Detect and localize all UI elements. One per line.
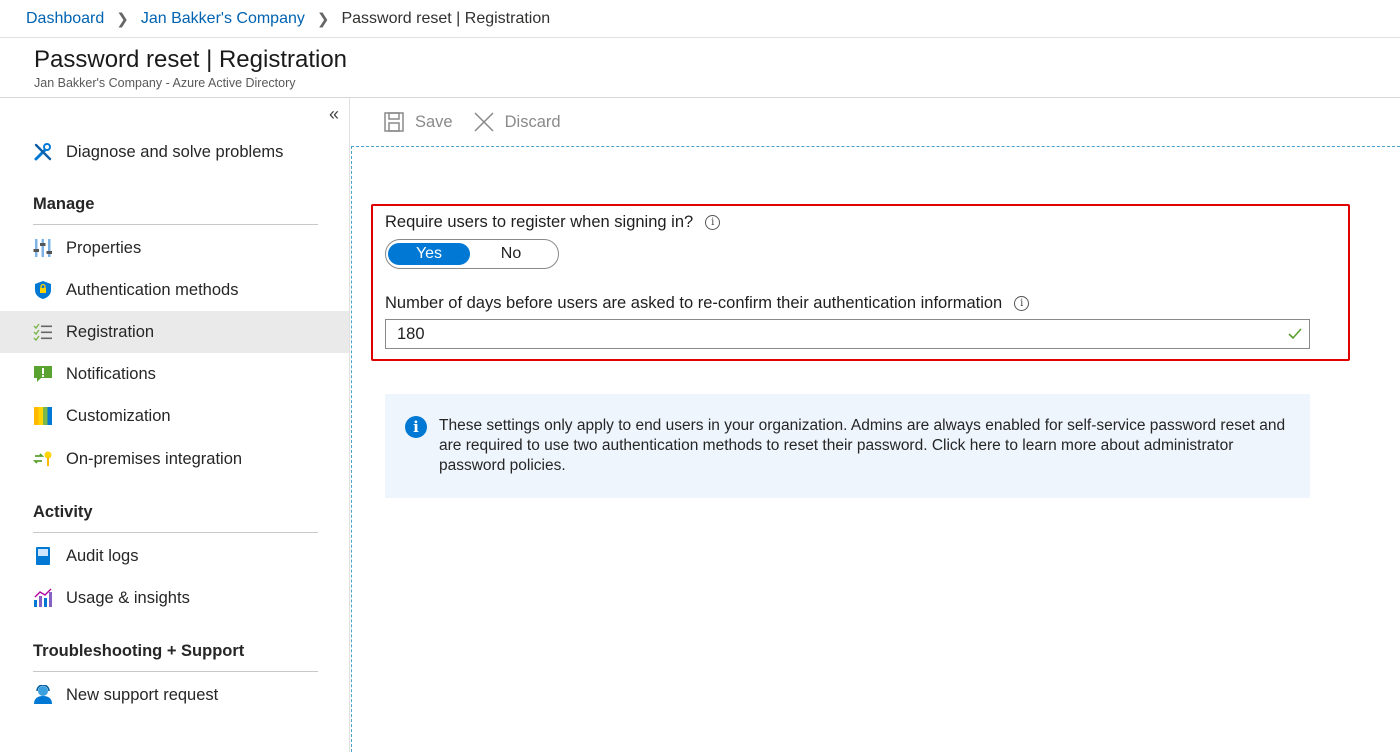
- sidebar-item-label: Notifications: [66, 364, 156, 383]
- sidebar-item-properties[interactable]: Properties: [0, 227, 349, 269]
- info-message-text: These settings only apply to end users i…: [439, 417, 1286, 474]
- toggle-yes-option[interactable]: Yes: [388, 243, 470, 265]
- sidebar-item-usage-insights[interactable]: Usage & insights: [0, 577, 349, 619]
- sidebar-item-label: Properties: [66, 238, 142, 257]
- sync-key-icon: [33, 449, 53, 469]
- notification-icon: [33, 364, 53, 384]
- sidebar-item-notifications[interactable]: Notifications: [0, 353, 349, 395]
- section-header-troubleshooting-support: Troubleshooting + Support: [33, 642, 318, 672]
- toggle-no-option[interactable]: No: [470, 243, 552, 265]
- breadcrumb-company-link[interactable]: Jan Bakker's Company: [141, 10, 305, 28]
- chevron-right-icon: ❯: [116, 10, 129, 28]
- sidebar-item-authentication-methods[interactable]: Authentication methods: [0, 269, 349, 311]
- shield-icon: [33, 280, 53, 300]
- sidebar-item-audit-logs[interactable]: Audit logs: [0, 535, 349, 577]
- discard-label: Discard: [504, 112, 561, 131]
- sidebar-item-diagnose[interactable]: Diagnose and solve problems: [0, 131, 349, 173]
- support-person-icon: [33, 685, 53, 705]
- sidebar-item-registration[interactable]: Registration: [0, 311, 349, 353]
- info-icon: i: [405, 416, 427, 438]
- save-button[interactable]: Save: [383, 111, 453, 133]
- require-register-toggle[interactable]: Yes No: [385, 239, 559, 269]
- save-icon: [384, 112, 404, 132]
- breadcrumb: Dashboard ❯ Jan Bakker's Company ❯ Passw…: [0, 0, 1400, 38]
- insights-chart-icon: [33, 588, 53, 608]
- sidebar: « Diagnose and solve problems Manage Pro…: [0, 98, 350, 752]
- require-register-label: Require users to register when signing i…: [385, 213, 721, 232]
- settings-panel: Require users to register when signing i…: [351, 146, 1400, 752]
- customization-icon: [33, 406, 53, 426]
- main-content: Save Discard Require users to register w…: [351, 98, 1400, 752]
- sidebar-item-label: New support request: [66, 685, 219, 704]
- page-header: Password reset | Registration Jan Bakker…: [0, 38, 1400, 98]
- sidebar-item-label: Usage & insights: [66, 588, 190, 607]
- sidebar-item-customization[interactable]: Customization: [0, 395, 349, 437]
- section-header-activity: Activity: [33, 503, 318, 533]
- close-icon: [474, 112, 494, 132]
- sidebar-item-label: Audit logs: [66, 546, 139, 565]
- checklist-icon: [33, 322, 53, 342]
- sidebar-item-on-premises-integration[interactable]: On-premises integration: [0, 438, 349, 480]
- discard-button[interactable]: Discard: [473, 111, 561, 133]
- sidebar-item-new-support-request[interactable]: New support request: [0, 674, 349, 716]
- section-header-manage: Manage: [33, 195, 318, 225]
- page-subtitle: Jan Bakker's Company - Azure Active Dire…: [34, 76, 296, 90]
- info-message-box[interactable]: i These settings only apply to end users…: [385, 394, 1310, 498]
- info-icon[interactable]: i: [1014, 296, 1030, 311]
- command-bar: Save Discard: [351, 98, 1400, 146]
- book-icon: [33, 546, 53, 566]
- sidebar-item-label: Authentication methods: [66, 280, 239, 299]
- days-reconfirm-value: 180: [397, 324, 425, 343]
- info-icon[interactable]: i: [705, 215, 721, 230]
- wrench-icon: [33, 142, 53, 162]
- breadcrumb-dashboard-link[interactable]: Dashboard: [26, 10, 104, 28]
- save-label: Save: [415, 112, 453, 131]
- sidebar-item-label: Registration: [66, 322, 155, 341]
- collapse-sidebar-icon[interactable]: «: [329, 104, 339, 125]
- sidebar-item-label: Diagnose and solve problems: [66, 142, 284, 161]
- days-reconfirm-input[interactable]: 180: [385, 319, 1310, 349]
- days-reconfirm-label: Number of days before users are asked to…: [385, 294, 1030, 313]
- properties-icon: [33, 238, 53, 258]
- breadcrumb-current: Password reset | Registration: [341, 9, 551, 27]
- chevron-right-icon: ❯: [316, 10, 330, 28]
- page-title: Password reset | Registration: [34, 46, 348, 73]
- sidebar-item-label: Customization: [66, 406, 171, 425]
- sidebar-item-label: On-premises integration: [66, 449, 243, 468]
- checkmark-icon: [1287, 326, 1303, 347]
